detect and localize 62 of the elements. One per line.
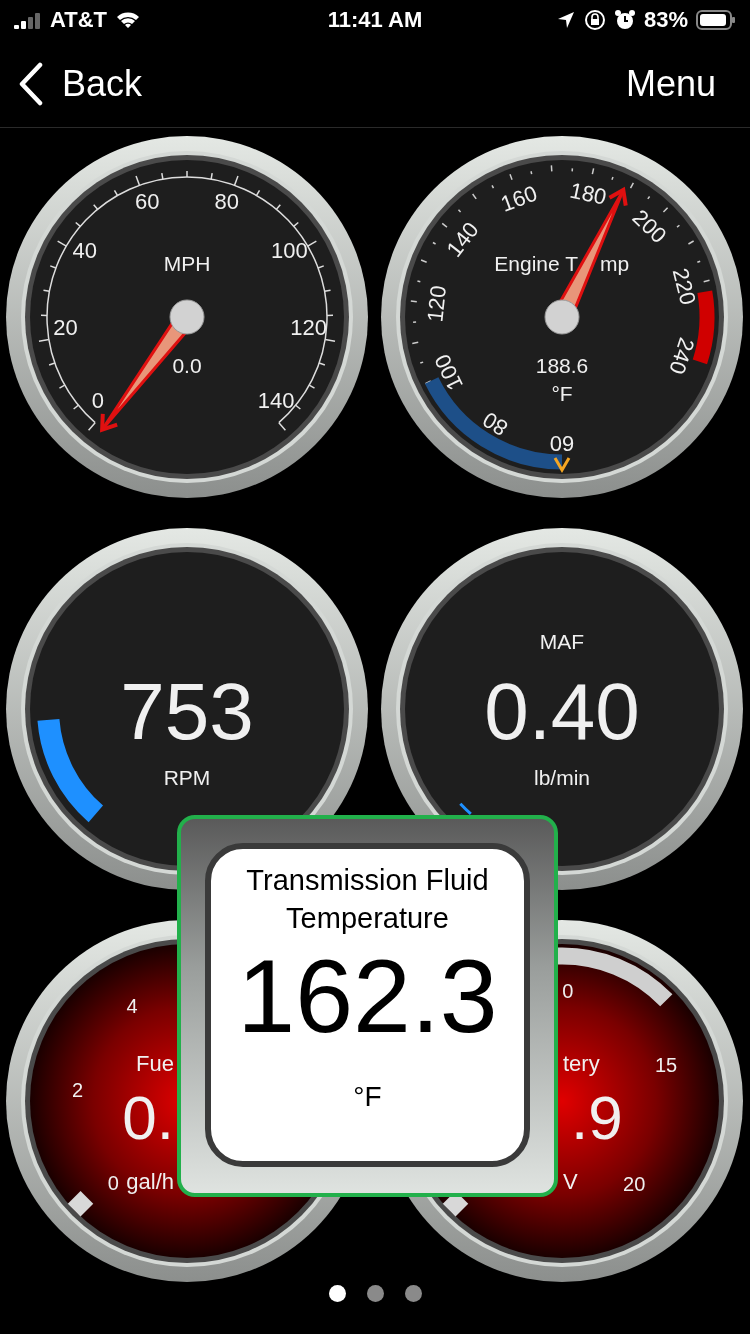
back-button[interactable]: Back <box>18 61 143 106</box>
scale-label: 0 <box>91 387 104 413</box>
scale-label: 15 <box>654 1054 678 1077</box>
scale-label: 140 <box>441 217 484 262</box>
page-dot[interactable] <box>328 1285 346 1302</box>
gauge-value: 0.40 <box>484 667 640 756</box>
scale-label: 100 <box>429 350 469 395</box>
scale-label: 80 <box>214 189 239 215</box>
scale-label: 60 <box>135 189 160 215</box>
scale-label: 220 <box>667 265 701 308</box>
scale-label: 240 <box>664 334 700 378</box>
wifi-icon <box>115 10 142 30</box>
gauge-title: MAF <box>539 630 585 653</box>
scale-label: 80 <box>478 406 513 441</box>
scale-label: 20 <box>53 315 78 341</box>
clock-time: 11:41 AM <box>327 7 423 33</box>
scale-label: 120 <box>290 315 327 341</box>
needle-hub <box>169 299 205 335</box>
scale-label: 40 <box>72 238 97 264</box>
needle-hub <box>544 299 580 335</box>
gauge-value: 753 <box>120 667 254 756</box>
scale-label: 140 <box>257 387 295 413</box>
gauge-title: MPH <box>163 252 211 275</box>
battery-percent: 83% <box>643 7 688 33</box>
gauge-title: Fue <box>136 1051 174 1076</box>
gauge-value: 0. <box>122 1083 174 1152</box>
scale-label: 20 <box>623 1173 646 1195</box>
marker-icon <box>553 457 571 473</box>
gauge-title: tery <box>563 1051 600 1076</box>
scale-label: 160 <box>497 180 541 217</box>
popup-title: Transmission Fluid Temperature <box>245 863 490 936</box>
popup-unit: °F <box>353 1081 382 1113</box>
carrier-label: AT&T <box>50 7 108 33</box>
scale-label: 0 <box>562 980 574 1003</box>
chevron-left-icon <box>18 61 44 106</box>
gauge-value: 188.6 <box>535 354 589 377</box>
battery-icon <box>696 9 736 31</box>
gauge-value: .9 <box>571 1083 623 1152</box>
page-dot[interactable] <box>366 1285 384 1302</box>
gauge-unit: °F <box>551 382 573 405</box>
menu-button[interactable]: Menu <box>625 62 716 105</box>
scale-label: 2 <box>72 1078 84 1101</box>
gauge-unit: RPM <box>163 766 211 789</box>
gauge-unit: gal/h <box>126 1169 174 1194</box>
gauge-title: Engine T <box>494 252 578 275</box>
gauge-title: mp <box>600 252 630 275</box>
page-dot[interactable] <box>404 1285 422 1302</box>
scale-label: 180 <box>567 177 609 210</box>
gauge-unit: V <box>563 1169 578 1194</box>
gauge-unit: lb/min <box>534 766 590 789</box>
rotation-lock-icon <box>583 9 606 31</box>
gauge-value: 0.0 <box>172 354 202 377</box>
signal-icon <box>14 11 42 29</box>
popup-value: 162.3 <box>237 941 498 1051</box>
scale-label: 200 <box>627 204 672 249</box>
alarm-clock-icon <box>613 9 636 31</box>
scale-label: 60 <box>549 430 575 456</box>
scale-label: 100 <box>270 238 308 264</box>
scale-label: 120 <box>422 284 452 324</box>
scale-label: 0 <box>107 1171 119 1194</box>
scale-label: 4 <box>126 994 138 1017</box>
start-marker <box>459 802 472 816</box>
